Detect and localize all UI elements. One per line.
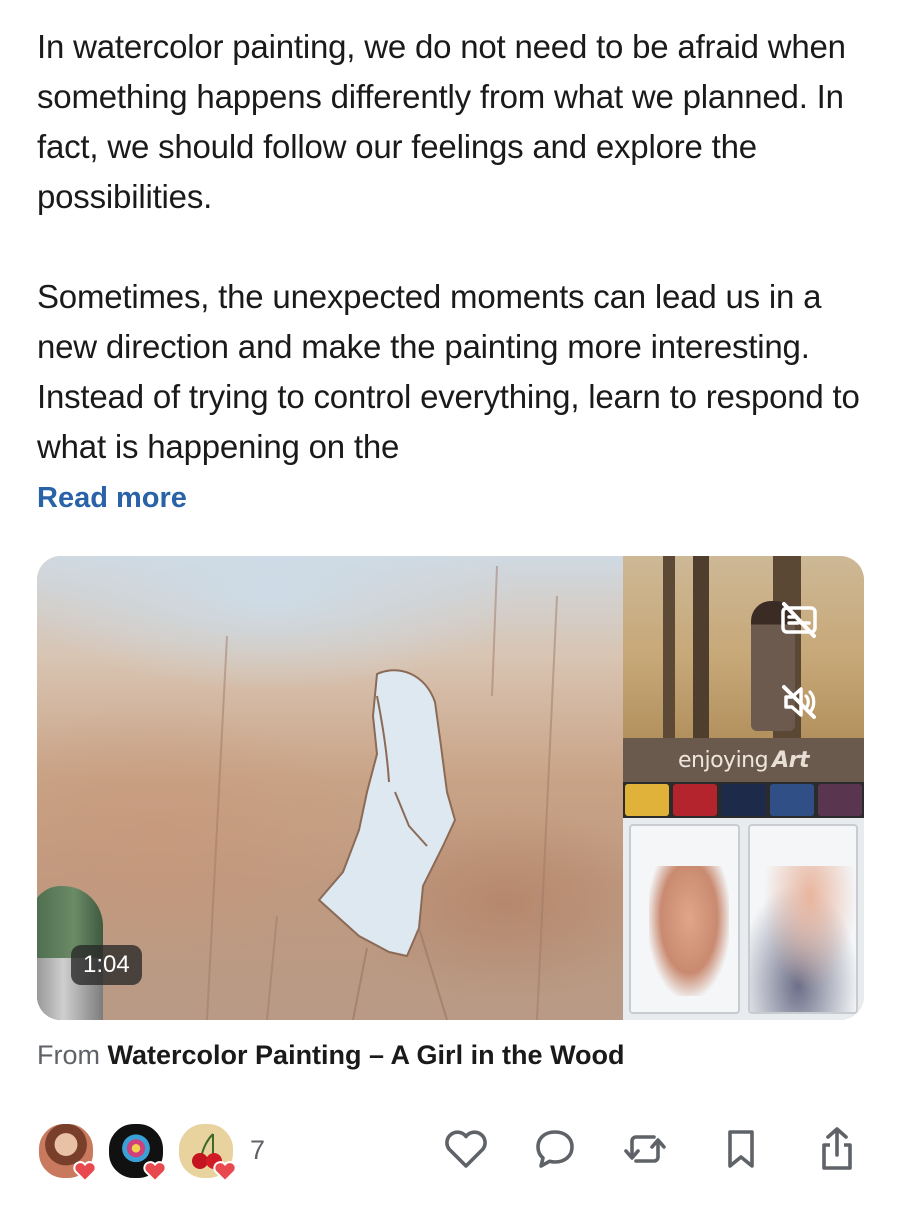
mute-icon[interactable] xyxy=(771,674,827,730)
swatch-yellow xyxy=(625,784,670,816)
swatch-purple xyxy=(817,784,863,816)
video-duration: 1:04 xyxy=(71,945,142,985)
mixing-palette xyxy=(623,818,864,1020)
artist-photo xyxy=(623,556,864,738)
captions-off-icon[interactable] xyxy=(771,592,827,648)
swatch-navy xyxy=(721,784,766,816)
repost-icon[interactable] xyxy=(620,1124,670,1174)
read-more-link[interactable]: Read more xyxy=(37,482,187,515)
comment-icon[interactable] xyxy=(530,1124,580,1174)
color-swatches xyxy=(623,782,864,818)
post-body: In watercolor painting, we do not need t… xyxy=(37,22,867,472)
source-line: From Watercolor Painting – A Girl in the… xyxy=(37,1040,625,1071)
source-title[interactable]: Watercolor Painting – A Girl in the Wood xyxy=(108,1040,625,1070)
heart-badge-icon xyxy=(143,1161,167,1182)
reaction-count[interactable]: 7 xyxy=(250,1135,265,1166)
swatch-red xyxy=(673,784,718,816)
post-paragraph: In watercolor painting, we do not need t… xyxy=(37,28,846,215)
heart-badge-icon xyxy=(73,1161,97,1182)
brand-text: enjoying xyxy=(678,747,769,773)
post-paragraph: Sometimes, the unexpected moments can le… xyxy=(37,278,860,465)
bookmark-icon[interactable] xyxy=(716,1124,766,1174)
brand-script: Art xyxy=(772,747,809,773)
swatch-blue xyxy=(769,784,814,816)
heart-badge-icon xyxy=(213,1161,237,1182)
source-prefix: From xyxy=(37,1040,100,1070)
video-thumbnail[interactable]: enjoying Art 1:04 xyxy=(37,556,864,1020)
brand-watermark: enjoying Art xyxy=(623,738,864,782)
like-icon[interactable] xyxy=(441,1124,491,1174)
palette-well xyxy=(629,824,740,1014)
share-icon[interactable] xyxy=(812,1124,862,1174)
palette-well xyxy=(747,824,858,1014)
